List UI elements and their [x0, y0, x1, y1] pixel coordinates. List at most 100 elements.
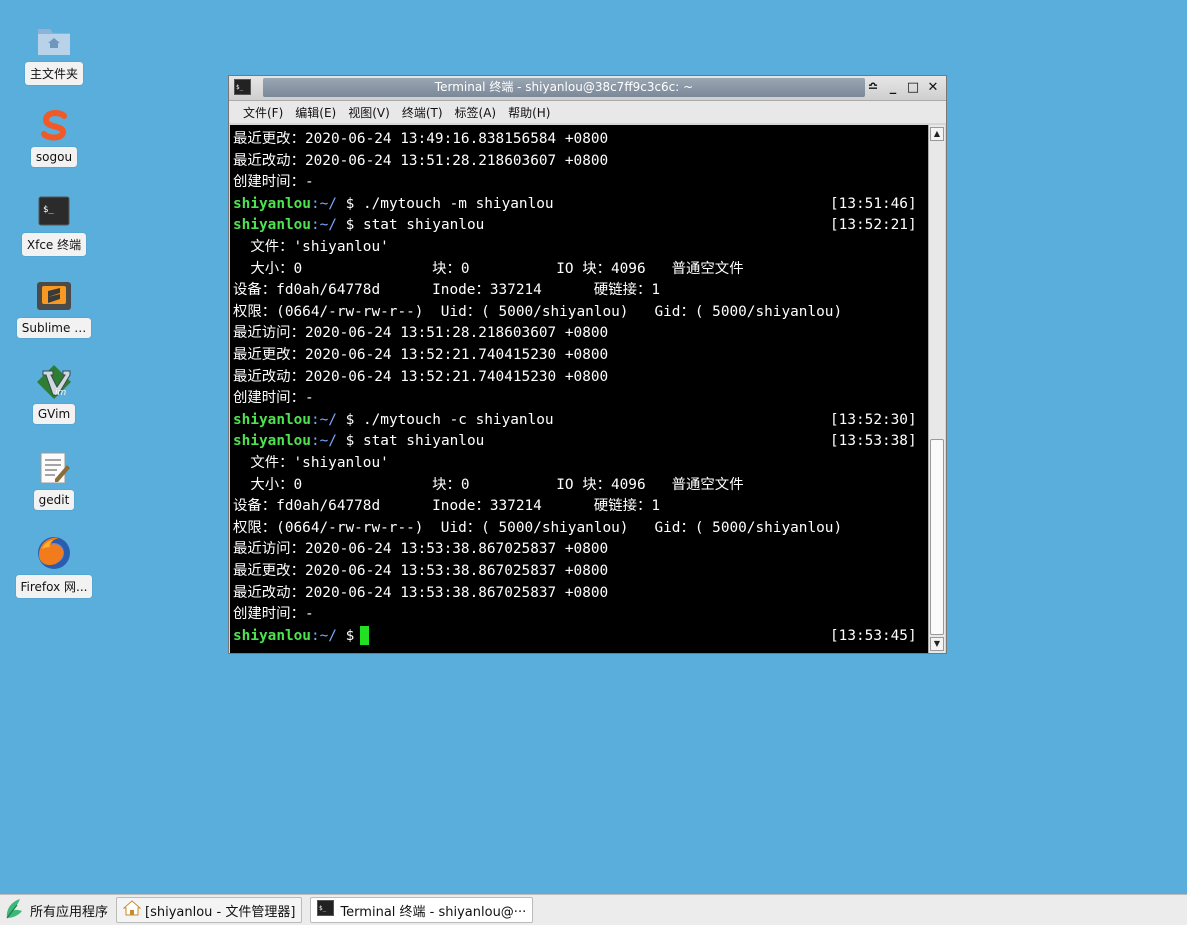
- task-label: Terminal 终端 - shiyanlou@···: [340, 904, 527, 920]
- output-line: 创建时间：-: [233, 390, 314, 407]
- gvim-icon: im: [36, 364, 72, 400]
- prompt-user: shiyanlou: [233, 433, 311, 450]
- maximize-button[interactable]: □: [906, 79, 920, 96]
- taskbar-task-file-manager[interactable]: [shiyanlou - 文件管理器]: [116, 897, 303, 923]
- desktop-icon-label: gedit: [33, 490, 75, 510]
- prompt-timestamp: [13:53:38]: [830, 433, 917, 450]
- taskbar: 所有应用程序 [shiyanlou - 文件管理器] $_ Terminal 终…: [0, 894, 1187, 925]
- menu-view[interactable]: 视图(V): [348, 104, 390, 121]
- desktop-icon-sogou[interactable]: sogou: [14, 107, 94, 167]
- menu-terminal[interactable]: 终端(T): [402, 104, 443, 121]
- firefox-icon: [36, 535, 72, 571]
- prompt-command: $ stat shiyanlou: [336, 433, 485, 450]
- svg-text:$_: $_: [43, 205, 54, 215]
- prompt-user: shiyanlou: [233, 195, 311, 212]
- task-label: [shiyanlou - 文件管理器]: [145, 904, 296, 920]
- scrollbar[interactable]: ▲ ▼: [928, 125, 945, 653]
- text-cursor: [360, 626, 370, 646]
- desktop-icon-gedit[interactable]: gedit: [14, 450, 94, 510]
- prompt-line: shiyanlou:~/ $ stat shiyanlou [13:53:38]: [233, 431, 917, 453]
- prompt-path: :~/: [310, 433, 337, 450]
- prompt-path: :~/: [310, 195, 337, 212]
- prompt-command: $: [336, 627, 355, 644]
- menu-file[interactable]: 文件(F): [243, 104, 283, 121]
- prompt-user: shiyanlou: [233, 411, 311, 428]
- menu-edit[interactable]: 编辑(E): [295, 104, 336, 121]
- prompt-path: :~/: [310, 411, 337, 428]
- desktop-icon-sublime[interactable]: Sublime …: [14, 278, 94, 338]
- output-line: 最近更改：2020-06-24 13:49:16.838156584 +0800: [233, 131, 609, 147]
- prompt-line: shiyanlou:~/ $ stat shiyanlou [13:52:21]: [233, 215, 917, 237]
- gedit-icon: [36, 450, 72, 486]
- scroll-down-button[interactable]: ▼: [930, 637, 944, 651]
- sogou-icon: [36, 107, 72, 143]
- svg-text:$_: $_: [236, 84, 244, 91]
- prompt-command: $ ./mytouch -m shiyanlou: [336, 195, 554, 212]
- xfce-leaf-icon: [4, 897, 24, 923]
- output-line: 权限：(0664/-rw-rw-r--) Uid：( 5000/shiyanlo…: [233, 519, 843, 536]
- menu-tabs[interactable]: 标签(A): [455, 104, 497, 121]
- prompt-timestamp: [13:51:46]: [830, 195, 917, 212]
- desktop-icon-label: 主文件夹: [24, 62, 83, 85]
- prompt-line: shiyanlou:~/ $ [13:53:45]: [233, 626, 917, 648]
- desktop-icon-home[interactable]: 主文件夹: [14, 22, 94, 85]
- window-title: Terminal 终端 - shiyanlou@38c7ff9c3c6c: ~: [434, 80, 694, 94]
- terminal-output[interactable]: 最近更改：2020-06-24 13:49:16.838156584 +0800…: [230, 125, 928, 653]
- desktop-icon-firefox[interactable]: Firefox 网...: [14, 535, 94, 598]
- minimize-button[interactable]: _: [886, 79, 900, 96]
- home-folder-icon: [36, 22, 72, 58]
- terminal-icon: $_: [317, 900, 335, 920]
- prompt-line: shiyanlou:~/ $ ./mytouch -m shiyanlou [13…: [233, 194, 917, 216]
- prompt-user: shiyanlou: [233, 627, 311, 644]
- output-line: 最近更改：2020-06-24 13:53:38.867025837 +0800: [233, 563, 609, 579]
- output-line: 权限：(0664/-rw-rw-r--) Uid：( 5000/shiyanlo…: [233, 303, 843, 320]
- output-line: 最近改动：2020-06-24 13:52:21.740415230 +0800: [233, 368, 609, 385]
- prompt-timestamp: [13:52:30]: [830, 411, 917, 428]
- prompt-timestamp: [13:52:21]: [830, 217, 917, 234]
- output-line: 设备：fd0ah/64778d Inode：337214 硬链接：1: [233, 498, 661, 515]
- svg-text:im: im: [55, 388, 67, 398]
- applications-menu-label: 所有应用程序: [30, 904, 109, 920]
- output-line: 最近访问：2020-06-24 13:53:38.867025837 +0800: [233, 541, 609, 558]
- output-line: 最近改动：2020-06-24 13:51:28.218603607 +0800: [233, 152, 609, 169]
- desktop-icon-label: Sublime …: [16, 318, 92, 338]
- home-icon: [122, 900, 142, 920]
- output-line: 创建时间：-: [233, 606, 314, 623]
- desktop-icon-label: sogou: [30, 147, 78, 167]
- taskbar-task-terminal[interactable]: $_ Terminal 终端 - shiyanlou@···: [310, 897, 534, 923]
- output-line: 设备：fd0ah/64778d Inode：337214 硬链接：1: [233, 282, 661, 299]
- terminal-icon: $_: [36, 193, 72, 229]
- desktop-icon-label: Xfce 终端: [21, 233, 87, 256]
- output-line: 创建时间：-: [233, 174, 314, 191]
- terminal-window[interactable]: $_ Terminal 终端 - shiyanlou@38c7ff9c3c6c:…: [228, 75, 947, 654]
- desktop-icon-label: Firefox 网...: [15, 575, 93, 598]
- window-titlebar[interactable]: $_ Terminal 终端 - shiyanlou@38c7ff9c3c6c:…: [229, 76, 946, 101]
- prompt-line: shiyanlou:~/ $ ./mytouch -c shiyanlou [13…: [233, 410, 917, 432]
- prompt-timestamp: [13:53:45]: [830, 627, 917, 644]
- output-line: 最近访问：2020-06-24 13:51:28.218603607 +0800: [233, 325, 609, 342]
- output-line: 最近改动：2020-06-24 13:53:38.867025837 +0800: [233, 584, 609, 601]
- menubar: 文件(F) 编辑(E) 视图(V) 终端(T) 标签(A) 帮助(H): [229, 101, 946, 123]
- prompt-path: :~/: [310, 217, 337, 234]
- desktop-icon-gvim[interactable]: im GVim: [14, 364, 94, 424]
- applications-menu-button[interactable]: 所有应用程序: [0, 897, 108, 923]
- menu-help[interactable]: 帮助(H): [508, 104, 550, 121]
- prompt-path: :~/: [310, 627, 337, 644]
- desktop-icon-label: GVim: [32, 404, 76, 424]
- output-line: 大小：0 块：0 IO 块：4096 普通空文件: [233, 260, 744, 277]
- output-line: 大小：0 块：0 IO 块：4096 普通空文件: [233, 476, 744, 493]
- prompt-command: $ ./mytouch -c shiyanlou: [336, 411, 554, 428]
- sublime-icon: [36, 278, 72, 314]
- scrollbar-thumb[interactable]: [930, 439, 944, 635]
- output-line: 最近更改：2020-06-24 13:52:21.740415230 +0800: [233, 347, 609, 363]
- prompt-command: $ stat shiyanlou: [336, 217, 485, 234]
- output-line: 文件：'shiyanlou': [233, 455, 389, 471]
- svg-text:$_: $_: [319, 905, 327, 912]
- close-button[interactable]: ✕: [926, 79, 940, 96]
- output-line: 文件：'shiyanlou': [233, 239, 389, 255]
- terminal-icon[interactable]: $_: [234, 79, 251, 95]
- prompt-user: shiyanlou: [233, 217, 311, 234]
- desktop-icon-terminal[interactable]: $_ Xfce 终端: [14, 193, 94, 256]
- shade-button[interactable]: ≏: [866, 79, 880, 96]
- scroll-up-button[interactable]: ▲: [930, 127, 944, 141]
